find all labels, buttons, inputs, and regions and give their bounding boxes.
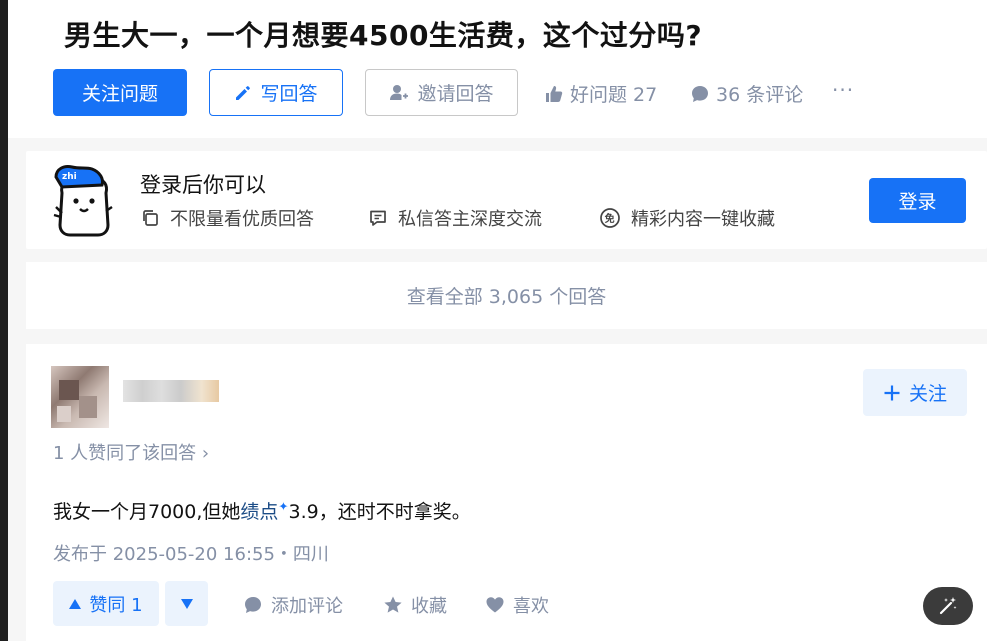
benefit-label: 精彩内容一键收藏 <box>631 209 775 230</box>
question-comments-button[interactable]: 36 条评论 <box>690 80 803 107</box>
magic-wand-icon <box>937 595 959 617</box>
good-question-label: 好问题 27 <box>570 84 658 106</box>
follow-author-button[interactable]: 关注 <box>863 369 967 416</box>
star-icon <box>383 595 403 615</box>
good-question-button[interactable]: 好问题 27 <box>544 80 657 107</box>
favorite-button[interactable]: 收藏 <box>383 592 447 618</box>
magic-wand-button[interactable] <box>923 587 973 625</box>
window-edge <box>0 0 8 641</box>
publish-time: 发布于 2025-05-20 16:55・四川 <box>53 544 329 565</box>
write-answer-label: 写回答 <box>260 83 318 105</box>
more-options-label: ··· <box>832 78 855 102</box>
benefit-label: 私信答主深度交流 <box>398 209 542 230</box>
author-name-blurred[interactable] <box>123 380 219 402</box>
add-comment-button[interactable]: 添加评论 <box>243 592 343 618</box>
heart-icon <box>485 595 505 615</box>
invite-answer-label: 邀请回答 <box>417 83 494 105</box>
message-icon <box>368 208 388 228</box>
thumbs-up-icon <box>544 84 564 104</box>
login-label: 登录 <box>898 191 937 213</box>
invite-user-icon <box>389 83 409 103</box>
pencil-icon <box>234 84 252 102</box>
invite-answer-button[interactable]: 邀请回答 <box>365 69 518 116</box>
avatar[interactable] <box>51 366 109 428</box>
answer-text-after: 3.9，还时不时拿奖。 <box>288 501 471 523</box>
comment-bubble-icon <box>690 84 710 104</box>
triangle-up-icon <box>69 598 82 609</box>
benefit-label: 不限量看优质回答 <box>170 209 314 230</box>
voters-link[interactable]: 1 人赞同了该回答 › <box>53 439 209 465</box>
like-button[interactable]: 喜欢 <box>485 592 549 618</box>
question-comments-label: 36 条评论 <box>716 84 804 106</box>
svg-text:免: 免 <box>605 212 615 225</box>
keyword-star-icon: ✦ <box>278 499 289 514</box>
copy-icon <box>140 208 160 228</box>
question-header: 男生大一，一个月想要4500生活费，这个过分吗? 关注问题 写回答 邀请回答 好… <box>8 0 987 138</box>
plus-icon <box>883 384 901 402</box>
question-title: 男生大一，一个月想要4500生活费，这个过分吗? <box>64 19 703 52</box>
svg-text:zhi: zhi <box>62 172 77 182</box>
vote-down-button[interactable] <box>165 581 208 626</box>
like-label: 喜欢 <box>513 596 549 617</box>
benefit-favorite: 免 精彩内容一键收藏 <box>599 205 775 231</box>
keyword-link[interactable]: 绩点 <box>240 501 278 523</box>
follow-author-label: 关注 <box>908 383 947 405</box>
follow-question-button[interactable]: 关注问题 <box>53 69 187 116</box>
benefit-unlimited-answers: 不限量看优质回答 <box>140 205 314 231</box>
answer-card: 关注 1 人赞同了该回答 › 我女一个月7000,但她绩点✦3.9，还时不时拿奖… <box>26 344 987 641</box>
more-options-button[interactable]: ··· <box>832 78 854 102</box>
login-prompt-title: 登录后你可以 <box>140 173 266 197</box>
add-comment-label: 添加评论 <box>271 596 343 617</box>
vote-up-label: 赞同 1 <box>89 594 143 616</box>
benefit-private-message: 私信答主深度交流 <box>368 205 542 231</box>
favorite-label: 收藏 <box>411 596 447 617</box>
zhihu-mascot-icon: zhi <box>50 163 114 239</box>
vote-up-button[interactable]: 赞同 1 <box>53 581 159 626</box>
comment-bubble-icon <box>243 595 263 615</box>
write-answer-button[interactable]: 写回答 <box>209 69 343 116</box>
triangle-down-icon <box>180 598 193 609</box>
view-all-answers-label: 查看全部 3,065 个回答 <box>406 286 607 308</box>
answer-content: 我女一个月7000,但她绩点✦3.9，还时不时拿奖。 <box>53 497 471 524</box>
view-all-answers-button[interactable]: 查看全部 3,065 个回答 <box>26 262 987 329</box>
vip-icon: 免 <box>599 207 621 229</box>
login-button[interactable]: 登录 <box>869 178 966 223</box>
answer-text-before: 我女一个月7000,但她 <box>53 501 241 523</box>
login-prompt-card: zhi 登录后你可以 不限量看优质回答 私信答主深度交流 免 精彩内容一键收藏 … <box>26 151 987 249</box>
follow-question-label: 关注问题 <box>81 83 158 105</box>
